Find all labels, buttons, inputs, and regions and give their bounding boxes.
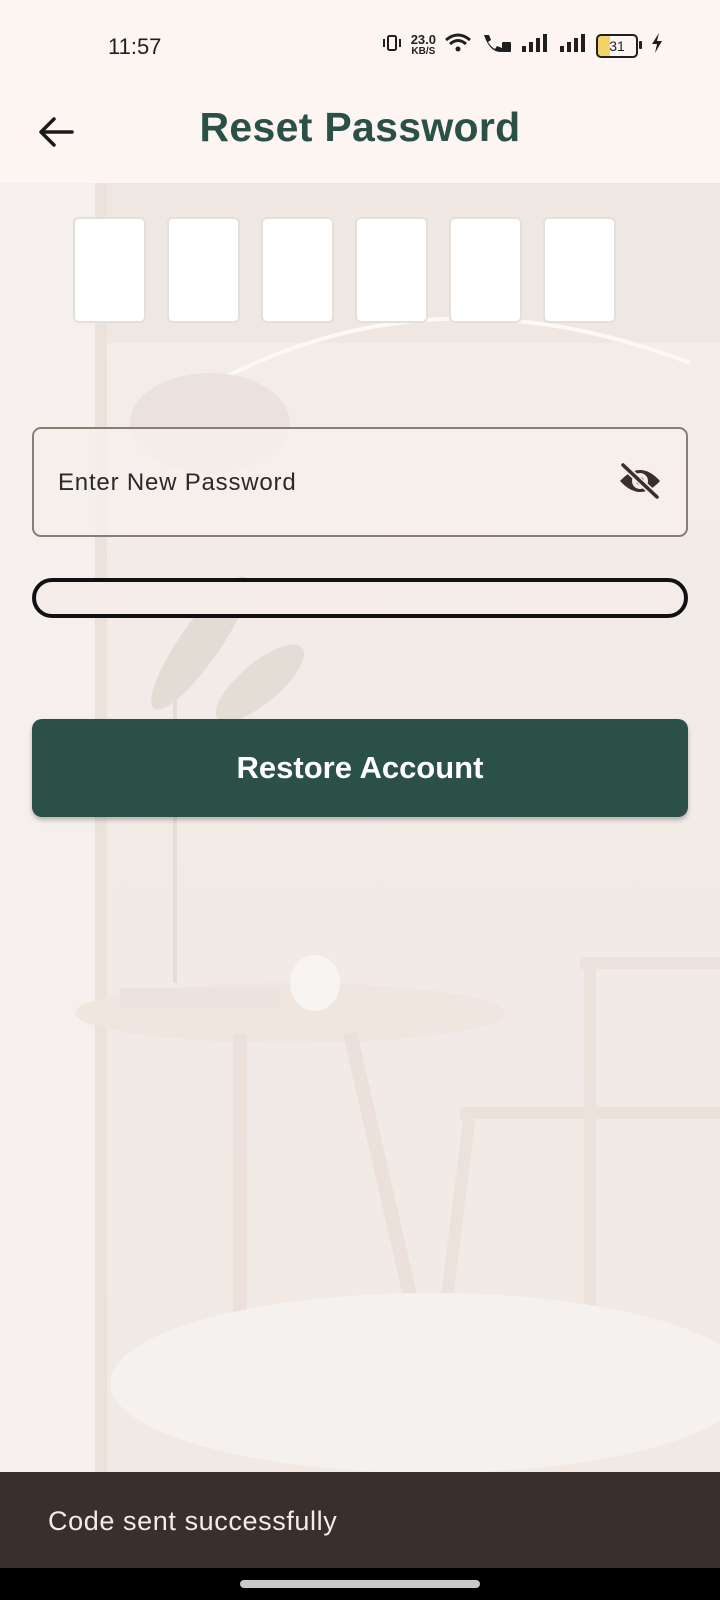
otp-digit-6[interactable] [543,217,616,323]
otp-digit-3[interactable] [261,217,334,323]
otp-digit-1[interactable] [73,217,146,323]
otp-digit-5[interactable] [449,217,522,323]
net-speed-unit: KB/S [411,45,436,57]
battery-icon: 31 [596,33,642,58]
status-time: 11:57 [108,34,162,59]
snackbar: Code sent successfully [0,1472,720,1568]
new-password-field[interactable]: Enter New Password [32,427,688,537]
background-room-image [0,183,720,1473]
app-bar: Reset Password [0,90,720,183]
charging-icon [650,32,664,59]
navigation-bar [0,1568,720,1600]
new-password-placeholder: Enter New Password [58,469,297,496]
home-gesture-handle[interactable] [240,1580,480,1588]
wifi-icon [444,32,472,59]
net-speed-value: 23.0 [410,31,436,47]
vibrate-icon [381,33,403,58]
net-speed: 23.0 KB/S [410,31,436,58]
signal-icon [558,33,588,58]
battery-level: 31 [609,37,625,54]
page-title-text: Reset Password [199,104,521,150]
status-bar: 11:57 23.0 KB/S 31 [0,0,720,90]
reset-password-screen: 11:57 23.0 KB/S 31 Reset Password Enter … [0,0,720,1600]
snackbar-message: Code sent successfully [48,1506,338,1536]
password-visibility-toggle[interactable] [616,461,664,506]
password-strength-bar [32,578,688,618]
eye-off-icon [617,461,663,506]
signal-icon [520,33,550,58]
otp-input-row [73,217,616,323]
status-icons: 23.0 KB/S 31 [381,32,664,59]
otp-digit-2[interactable] [167,217,240,323]
wifi-calling-icon [480,32,512,59]
otp-digit-4[interactable] [355,217,428,323]
page-title: Reset Password [0,104,720,151]
restore-account-button[interactable]: Restore Account [32,719,688,817]
